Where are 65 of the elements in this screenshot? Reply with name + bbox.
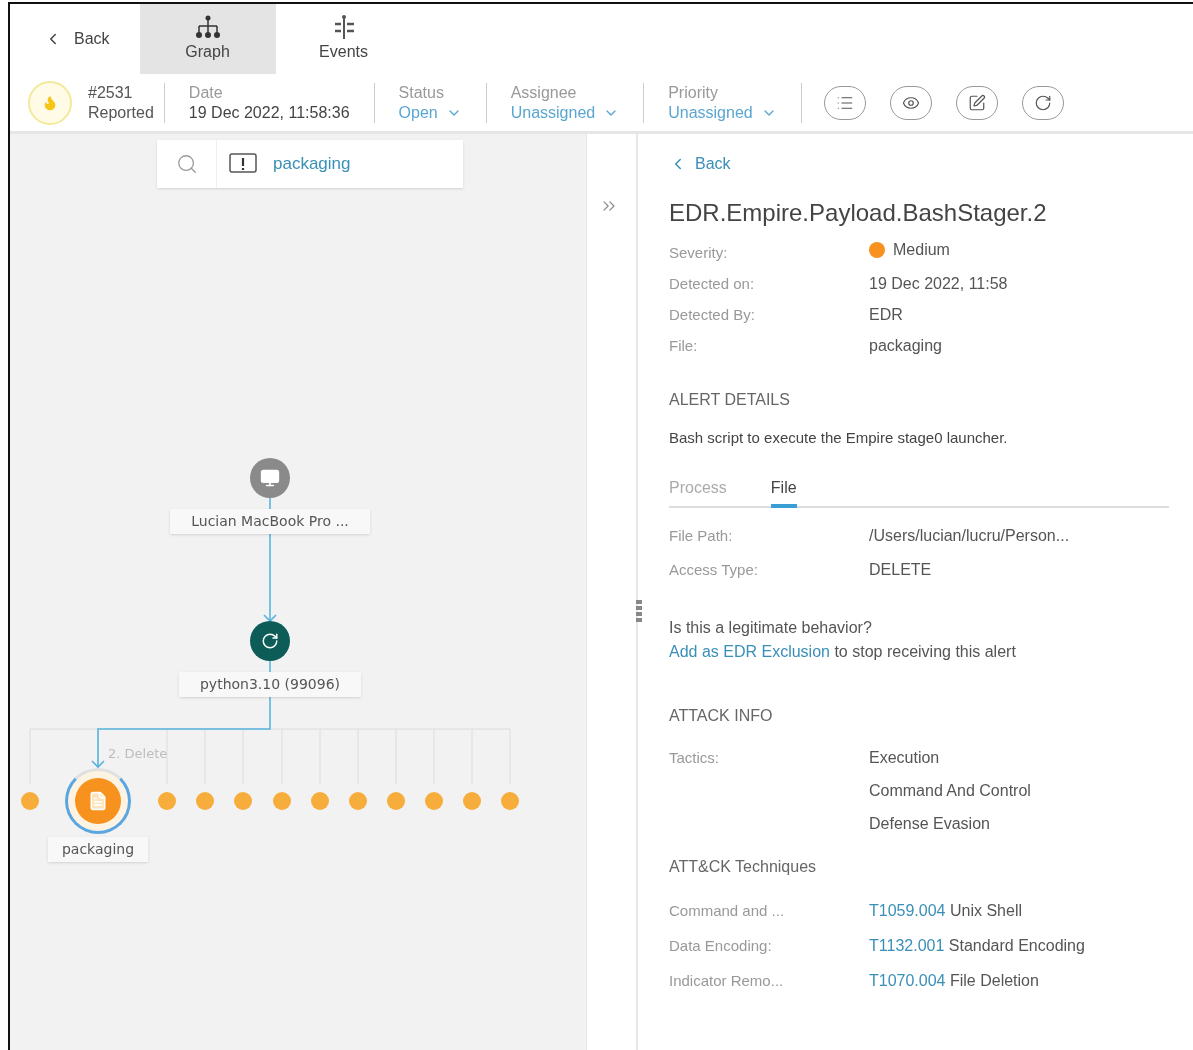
exclusion-link[interactable]: Add as EDR Exclusion <box>669 643 830 660</box>
back-link[interactable]: Back <box>669 154 731 174</box>
field-label: Indicator Remo... <box>669 971 785 991</box>
field-label: File Path: <box>669 526 734 546</box>
dropdown[interactable]: Unassigned <box>510 102 620 123</box>
field-label: Detected By: <box>669 305 756 325</box>
field-value: 19 Dec 2022, 11:58 <box>869 274 1008 294</box>
back-button[interactable]: Back <box>44 4 110 74</box>
tactic-value: Defense Evasion <box>869 814 991 834</box>
incident-state: Reported <box>88 102 154 123</box>
tactic-value: Execution <box>869 748 941 768</box>
field-label: Priority <box>668 82 719 103</box>
field-label: Command and ... <box>669 901 786 921</box>
field-value: EDR <box>869 305 903 325</box>
detail-tab[interactable]: Process <box>669 478 727 508</box>
technique-value: T1070.004 File Deletion <box>869 971 1039 991</box>
field-label: Date <box>188 82 224 103</box>
legitimacy-question: Is this a legitimate behavior? <box>669 618 873 638</box>
file-icon <box>88 791 108 811</box>
dropdown[interactable]: Open <box>398 102 462 123</box>
edit-icon <box>967 93 986 112</box>
field-label: Data Encoding: <box>669 936 773 956</box>
field-value: 19 Dec 2022, 11:58:36 <box>188 102 350 123</box>
flame-icon <box>42 94 58 111</box>
alert-icon <box>229 153 257 175</box>
incident-id: #2531 <box>88 82 134 103</box>
resize-handle[interactable] <box>636 600 642 624</box>
technique-value: T1059.004 Unix Shell <box>869 901 1022 921</box>
view-tab[interactable]: Graph <box>139 4 276 74</box>
field-value: packaging <box>869 336 942 356</box>
field-value: DELETE <box>869 560 932 580</box>
field-label: File: <box>669 336 699 356</box>
refresh-icon <box>1033 93 1052 112</box>
search-term: packaging <box>273 153 351 176</box>
view-tab[interactable]: Events <box>275 4 412 74</box>
technique-link[interactable]: T1059.004 <box>869 902 946 919</box>
section-heading: ATT&CK Techniques <box>669 857 818 877</box>
computer-node[interactable] <box>250 458 290 498</box>
search-icon <box>175 153 198 175</box>
alert-description: Bash script to execute the Empire stage0 launcher. <box>669 428 1009 448</box>
technique-value: T1132.001 Standard Encoding <box>869 936 1085 956</box>
section-heading: ATTACK INFO <box>669 706 774 726</box>
field-label: Access Type: <box>669 560 759 580</box>
field-label: Tactics: <box>669 748 720 768</box>
hierarchy-icon <box>193 14 222 40</box>
field-label: Detected on: <box>669 274 756 294</box>
node-label: Lucian MacBook Pro ... <box>170 509 370 534</box>
field-label: Assignee <box>510 82 578 103</box>
dropdown[interactable]: Unassigned <box>668 102 777 123</box>
exclusion-sentence: Add as EDR Exclusion to stop receiving this alert <box>669 642 1017 662</box>
monitor-icon <box>260 468 280 488</box>
node-label: packaging <box>48 837 148 862</box>
process-icon <box>261 632 279 650</box>
field-label: Status <box>398 82 445 103</box>
field-value: Medium <box>893 240 950 260</box>
section-heading: ALERT DETAILS <box>669 390 791 410</box>
detail-tab[interactable]: File <box>770 478 797 508</box>
tactic-value: Command And Control <box>869 781 1031 801</box>
process-node[interactable] <box>250 621 290 661</box>
field-label: Severity: <box>669 243 729 263</box>
alert-title: EDR.Empire.Payload.BashStager.2 <box>669 198 1048 228</box>
node-label: python3.10 (99096) <box>179 672 361 697</box>
technique-link[interactable]: T1070.004 <box>869 972 946 989</box>
technique-link[interactable]: T1132.001 <box>869 937 945 954</box>
field-value: /Users/lucian/lucru/Person... <box>869 526 1070 546</box>
